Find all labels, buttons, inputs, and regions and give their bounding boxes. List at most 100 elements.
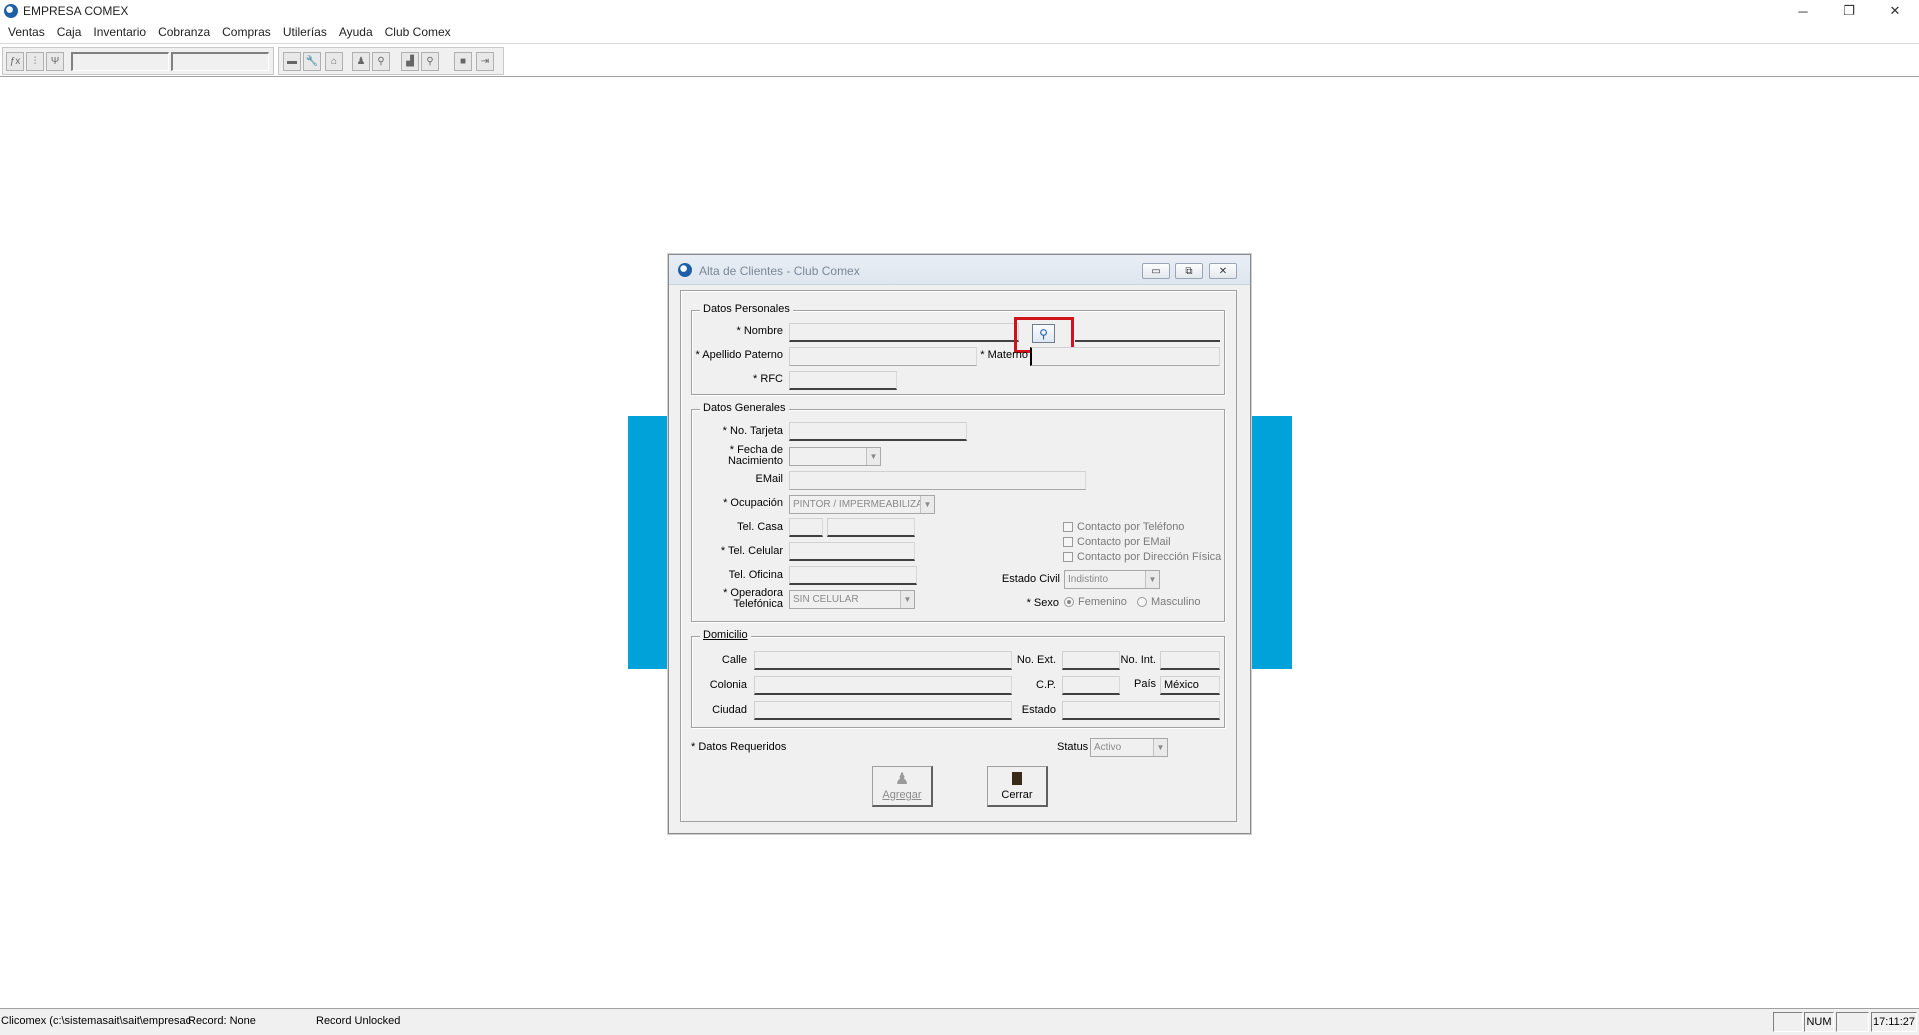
- menu-compras[interactable]: Compras: [216, 25, 277, 39]
- menu-cobranza[interactable]: Cobranza: [152, 25, 216, 39]
- toolbar-group-filter: ƒx ⫶ Ψ: [2, 47, 274, 75]
- chevron-down-icon[interactable]: ▼: [1145, 571, 1159, 588]
- estado-civil-select[interactable]: Indistinto ▼: [1064, 570, 1160, 589]
- window-title: EMPRESA COMEX: [23, 4, 129, 18]
- filter-all-icon[interactable]: Ψ: [46, 52, 64, 71]
- rfc-field[interactable]: [789, 371, 897, 390]
- cp-field[interactable]: [1062, 676, 1120, 695]
- contacto-email-label: Contacto por EMail: [1077, 536, 1171, 548]
- nombre-field[interactable]: [789, 323, 1019, 342]
- alta-clientes-dialog: Alta de Clientes - Club Comex ▭ ⧉ ✕ Dato…: [668, 254, 1251, 834]
- estado-label: Estado: [1021, 704, 1056, 716]
- ocupacion-value: PINTOR / IMPERMEABILIZA: [793, 499, 923, 510]
- user-icon[interactable]: ♟: [352, 52, 370, 71]
- no-tarjeta-field[interactable]: [789, 422, 967, 441]
- colonia-field[interactable]: [754, 676, 1012, 695]
- apellido-paterno-field[interactable]: [789, 347, 977, 366]
- sexo-label: * Sexo: [1026, 597, 1059, 609]
- stop-icon[interactable]: ■: [454, 52, 472, 71]
- email-field[interactable]: [789, 471, 1086, 490]
- tel-casa-lada-field[interactable]: [789, 518, 823, 537]
- exit-icon[interactable]: ⇥: [476, 52, 494, 71]
- status-lock: Record Unlocked: [316, 1015, 401, 1027]
- rfc-label: * RFC: [753, 373, 783, 385]
- tel-casa-field[interactable]: [827, 518, 915, 537]
- filter-icon[interactable]: ⫶: [26, 52, 44, 71]
- status-label: Status: [1057, 741, 1089, 753]
- cp-label: C.P.: [1036, 679, 1056, 691]
- estado-civil-value: Indistinto: [1068, 574, 1109, 585]
- menu-club-comex[interactable]: Club Comex: [379, 25, 457, 39]
- function-icon[interactable]: ƒx: [6, 52, 24, 71]
- no-int-label: No. Int.: [1120, 654, 1156, 666]
- cerrar-label: Cerrar: [1001, 789, 1033, 801]
- chevron-down-icon[interactable]: ▼: [920, 496, 934, 513]
- search-icon[interactable]: ⚲: [372, 52, 390, 71]
- find-icon[interactable]: 🔧: [303, 52, 321, 71]
- search-customer-button[interactable]: ⚲: [1032, 324, 1055, 343]
- checkbox-icon[interactable]: [1063, 522, 1073, 532]
- dialog-maximize-button[interactable]: ⧉: [1175, 263, 1203, 279]
- datos-generales-group: Datos Generales * No. Tarjeta * Fecha de…: [691, 402, 1225, 622]
- operadora-select[interactable]: SIN CELULAR ▼: [789, 590, 915, 609]
- checkbox-icon[interactable]: [1063, 552, 1073, 562]
- radio-icon[interactable]: [1137, 597, 1147, 607]
- pais-field[interactable]: México: [1160, 676, 1220, 695]
- contacto-direccion-checkbox[interactable]: Contacto por Dirección Física: [1063, 551, 1221, 563]
- agregar-button[interactable]: ♟ Agregar: [872, 766, 933, 807]
- operadora-value: SIN CELULAR: [793, 594, 859, 605]
- chevron-down-icon[interactable]: ▼: [900, 591, 914, 608]
- calle-field[interactable]: [754, 651, 1012, 670]
- dialog-app-icon: [678, 263, 692, 277]
- fecha-nacimiento-picker[interactable]: ▼: [789, 447, 881, 466]
- menu-inventario[interactable]: Inventario: [87, 25, 152, 39]
- tel-oficina-field[interactable]: [789, 566, 917, 585]
- menu-ventas[interactable]: Ventas: [2, 25, 51, 39]
- ocupacion-select[interactable]: PINTOR / IMPERMEABILIZA ▼: [789, 495, 935, 514]
- dialog-minimize-button[interactable]: ▭: [1142, 263, 1170, 279]
- cerrar-button[interactable]: Cerrar: [987, 766, 1048, 807]
- status-bar: Clicomex (c:\sistemasait\sait\empresac R…: [0, 1008, 1919, 1035]
- materno-field[interactable]: [1030, 347, 1220, 366]
- chevron-down-icon[interactable]: ▼: [1153, 739, 1167, 756]
- ocupacion-label: * Ocupación: [723, 497, 783, 509]
- ciudad-field[interactable]: [754, 701, 1012, 720]
- contacto-telefono-checkbox[interactable]: Contacto por Teléfono: [1063, 521, 1184, 533]
- estado-field[interactable]: [1062, 701, 1220, 720]
- toolbar-field-1[interactable]: [71, 52, 169, 71]
- dialog-close-button[interactable]: ✕: [1209, 263, 1237, 279]
- app-logo-icon: [4, 4, 18, 18]
- sexo-femenino-radio[interactable]: Femenino: [1064, 596, 1127, 608]
- datos-requeridos-note: * Datos Requeridos: [691, 741, 787, 753]
- first-record-icon[interactable]: ▬: [283, 52, 301, 71]
- zoom-icon[interactable]: ⚲: [421, 52, 439, 71]
- add-user-icon: ♟: [894, 771, 910, 788]
- no-ext-field[interactable]: [1062, 651, 1120, 670]
- sexo-masculino-radio[interactable]: Masculino: [1137, 596, 1201, 608]
- domicilio-group: Domicilio Calle No. Ext. No. Int. Coloni…: [691, 629, 1225, 728]
- close-button[interactable]: ✕: [1872, 0, 1918, 22]
- estado-civil-label: Estado Civil: [1001, 573, 1060, 585]
- menu-ayuda[interactable]: Ayuda: [333, 25, 379, 39]
- contacto-email-checkbox[interactable]: Contacto por EMail: [1063, 536, 1171, 548]
- status-path: Clicomex (c:\sistemasait\sait\empresac: [1, 1015, 192, 1027]
- menu-caja[interactable]: Caja: [51, 25, 88, 39]
- contacto-direccion-label: Contacto por Dirección Física: [1077, 551, 1222, 563]
- home-icon[interactable]: ⌂: [325, 52, 343, 71]
- window-titlebar: EMPRESA COMEX ─ ❐ ✕: [0, 0, 1919, 22]
- background-panel-left: [628, 416, 670, 669]
- chevron-down-icon[interactable]: ▼: [866, 448, 880, 465]
- minimize-button[interactable]: ─: [1780, 0, 1826, 22]
- restore-button[interactable]: ❐: [1826, 0, 1872, 22]
- menu-utilerias[interactable]: Utilerías: [277, 25, 333, 39]
- tel-celular-field[interactable]: [789, 542, 915, 561]
- no-int-field[interactable]: [1160, 651, 1220, 670]
- radio-selected-icon[interactable]: [1064, 597, 1074, 607]
- door-icon: [1012, 772, 1022, 785]
- checkbox-icon[interactable]: [1063, 537, 1073, 547]
- fecha-label-line2: Nacimiento: [727, 455, 783, 467]
- datos-personales-group: Datos Personales * Nombre ⚲ * Apellido P…: [691, 303, 1225, 395]
- chart-icon[interactable]: ▟: [401, 52, 419, 71]
- toolbar-field-2[interactable]: [171, 52, 269, 71]
- status-select[interactable]: Activo ▼: [1090, 738, 1168, 757]
